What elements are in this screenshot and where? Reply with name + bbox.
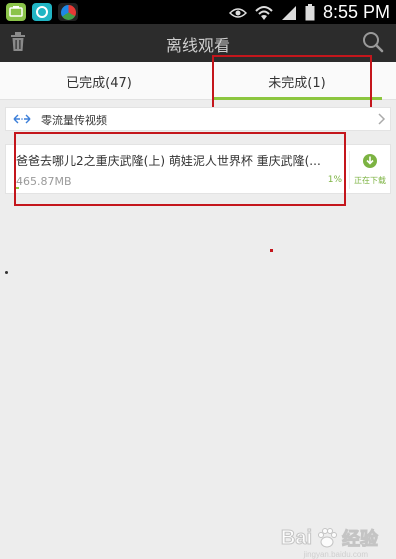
download-title: 爸爸去哪儿2之重庆武隆(上) 萌娃泥人世界杯 重庆武隆(... [16,154,321,168]
paw-logo-icon [318,528,337,548]
stray-mark [270,249,273,252]
status-bar: 8:55 PM [0,0,396,24]
watermark-brand: Bai [280,526,312,549]
cyan-app-icon [32,3,52,21]
signal-icon [281,5,296,20]
stray-dot [5,271,8,274]
battery-icon [305,4,315,21]
baidu-watermark: Bai 经验 [280,525,379,551]
download-arrow-icon [363,154,377,168]
green-app-icon [6,3,26,21]
download-status-button[interactable]: 正在下载 [352,151,388,189]
page-title: 离线观看 [165,36,230,55]
tab-bar: 已完成(47) 未完成(1) [0,62,396,100]
notification-icons [6,3,78,21]
tab-incomplete[interactable]: 未完成(1) [198,62,396,100]
clock: 8:55 PM [322,2,390,22]
download-status-label: 正在下载 [354,176,386,185]
wifi-icon [255,5,273,20]
download-item[interactable]: 爸爸去哪儿2之重庆武隆(上) 萌娃泥人世界杯 重庆武隆(... 465.87MB… [5,144,391,194]
title-bar: 离线观看 [0,24,396,62]
download-progress-fill [16,187,20,189]
chevron-right-icon [378,113,386,125]
download-percent: 1% [327,175,342,185]
tab-completed-label: 已完成(47) [66,75,132,91]
item-divider [349,151,350,189]
download-progress-track [16,187,348,189]
active-tab-indicator [212,97,382,100]
zero-traffic-label: 零流量传视频 [41,114,107,127]
tab-incomplete-label: 未完成(1) [268,75,326,91]
watermark-url: jingyan.baidu.com [303,550,368,559]
tab-completed[interactable]: 已完成(47) [0,62,198,100]
zero-traffic-row[interactable]: 零流量传视频 [5,107,391,131]
eye-icon [228,7,247,18]
watermark-suffix: 经验 [342,529,379,551]
swirl-app-icon [58,3,78,21]
system-indicators: 8:55 PM [228,2,390,23]
search-icon[interactable] [362,31,384,53]
transfer-arrows-icon [13,114,31,124]
